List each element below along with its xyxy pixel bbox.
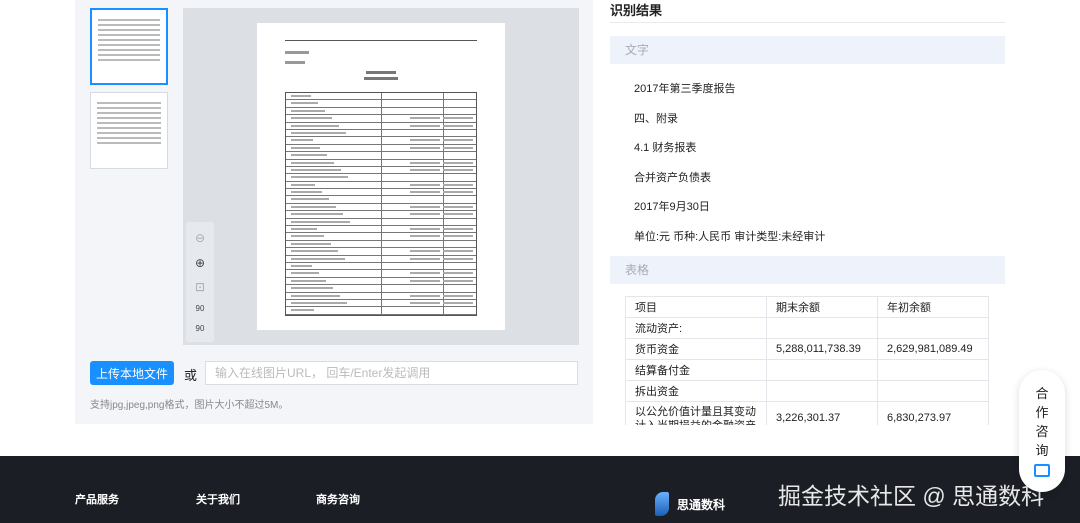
doc-row bbox=[286, 299, 476, 308]
consult-char: 咨 bbox=[1035, 424, 1049, 439]
document-preview: ⊖ ⊕ ⊡ 90 90 bbox=[183, 8, 579, 345]
doc-row bbox=[286, 307, 476, 315]
doc-row bbox=[286, 292, 476, 300]
text-line: 4.1 财务报表 bbox=[634, 142, 697, 154]
doc-row bbox=[286, 137, 476, 145]
cell: 2,629,981,089.49 bbox=[877, 338, 989, 360]
table-row: 拆出资金 bbox=[625, 380, 989, 402]
doc-row bbox=[286, 122, 476, 130]
header-cell: 项目 bbox=[625, 296, 767, 318]
doc-row bbox=[286, 174, 476, 182]
logo-text: 思通数科 bbox=[677, 497, 726, 512]
upload-local-file-button[interactable]: 上传本地文件 bbox=[90, 361, 174, 385]
cell: 货币资金 bbox=[625, 338, 767, 360]
doc-row bbox=[286, 248, 476, 256]
doc-row bbox=[286, 270, 476, 278]
cell bbox=[877, 359, 989, 381]
table-row: 以公允价值计量且其变动计入当期损益的金融资产3,226,301.376,830,… bbox=[625, 401, 989, 425]
logo-icon bbox=[655, 492, 669, 516]
doc-row bbox=[286, 166, 476, 175]
cell bbox=[766, 380, 878, 402]
zoom-out-icon[interactable]: ⊖ bbox=[195, 231, 205, 245]
doc-row bbox=[286, 93, 476, 101]
chat-icon bbox=[1034, 464, 1050, 477]
doc-row bbox=[286, 196, 476, 204]
actual-size-icon[interactable]: ⊡ bbox=[195, 280, 205, 294]
upload-hint: 支持jpg,jpeg,png格式，图片大小不超过5M。 bbox=[90, 400, 289, 411]
text-line: 合并资产负债表 bbox=[634, 172, 711, 184]
cell bbox=[877, 380, 989, 402]
doc-row bbox=[286, 100, 476, 108]
doc-row bbox=[286, 203, 476, 212]
rotate-left-icon[interactable]: 90 bbox=[196, 304, 205, 313]
page-thumbnail-1[interactable] bbox=[90, 8, 168, 85]
cell bbox=[877, 317, 989, 339]
consult-char: 作 bbox=[1035, 405, 1049, 420]
text-section-header: 文字 bbox=[610, 36, 1005, 64]
doc-row bbox=[286, 226, 476, 234]
or-label: 或 bbox=[184, 368, 198, 383]
doc-row bbox=[286, 115, 476, 123]
doc-row bbox=[286, 144, 476, 153]
cell bbox=[766, 317, 878, 339]
preview-toolbar: ⊖ ⊕ ⊡ 90 90 bbox=[186, 222, 214, 342]
input-panel: ⊖ ⊕ ⊡ 90 90 上传本地文件 或 支持jpg,jpeg,png格式，图片… bbox=[75, 0, 593, 424]
doc-row bbox=[286, 129, 476, 138]
table-row: 流动资产: bbox=[625, 317, 989, 339]
doc-row bbox=[286, 255, 476, 263]
table-row: 货币资金 5,288,011,738.39 2,629,981,089.49 bbox=[625, 338, 989, 360]
text-line: 四、附录 bbox=[634, 113, 678, 125]
cell: 拆出资金 bbox=[625, 380, 767, 402]
header-cell: 期末余额 bbox=[766, 296, 878, 318]
document-table-image bbox=[285, 92, 477, 316]
footer-about[interactable]: 关于我们 bbox=[196, 491, 240, 507]
doc-row bbox=[286, 189, 476, 197]
result-title: 识别结果 bbox=[610, 3, 663, 18]
consult-button[interactable]: 合 作 咨 询 bbox=[1019, 370, 1065, 492]
consult-char: 询 bbox=[1035, 443, 1049, 458]
watermark: 掘金技术社区 @ 思通数科 bbox=[778, 483, 1045, 509]
result-table: 项目 期末余额 年初余额 流动资产: 货币资金 5,288,011,738.39 2,6… bbox=[625, 296, 989, 425]
cell: 结算备付金 bbox=[625, 359, 767, 381]
divider bbox=[610, 22, 1005, 23]
doc-row bbox=[286, 159, 476, 167]
doc-row bbox=[286, 211, 476, 219]
header-cell: 年初余额 bbox=[877, 296, 989, 318]
cell: 以公允价值计量且其变动计入当期损益的金融资产 bbox=[625, 401, 767, 425]
doc-row bbox=[286, 218, 476, 227]
footer-logo: 思通数科 bbox=[655, 492, 725, 516]
cell: 流动资产: bbox=[625, 317, 767, 339]
table-header-row: 项目 期末余额 年初余额 bbox=[625, 296, 989, 318]
footer-business[interactable]: 商务咨询 bbox=[316, 491, 360, 507]
doc-row bbox=[286, 262, 476, 271]
image-url-input[interactable] bbox=[205, 361, 578, 385]
doc-row bbox=[286, 240, 476, 249]
doc-row bbox=[286, 152, 476, 160]
cell: 3,226,301.37 bbox=[766, 401, 878, 425]
doc-row bbox=[286, 277, 476, 286]
doc-row bbox=[286, 233, 476, 241]
doc-row bbox=[286, 107, 476, 116]
doc-row bbox=[286, 285, 476, 293]
footer-products[interactable]: 产品服务 bbox=[75, 491, 119, 507]
table-section-header: 表格 bbox=[610, 256, 1005, 284]
document-page bbox=[257, 23, 505, 330]
doc-row bbox=[286, 181, 476, 190]
table-row: 结算备付金 bbox=[625, 359, 989, 381]
cell: 5,288,011,738.39 bbox=[766, 338, 878, 360]
cell: 6,830,273.97 bbox=[877, 401, 989, 425]
text-line: 单位:元 币种:人民币 审计类型:未经审计 bbox=[634, 231, 826, 243]
text-line: 2017年9月30日 bbox=[634, 201, 710, 213]
page-thumbnail-2[interactable] bbox=[90, 92, 168, 169]
result-table-container[interactable]: 项目 期末余额 年初余额 流动资产: 货币资金 5,288,011,738.39 2,6… bbox=[620, 290, 1000, 425]
cell bbox=[766, 359, 878, 381]
zoom-in-icon[interactable]: ⊕ bbox=[195, 256, 205, 270]
consult-char: 合 bbox=[1035, 386, 1049, 401]
text-line: 2017年第三季度报告 bbox=[634, 83, 736, 95]
rotate-right-icon[interactable]: 90 bbox=[196, 324, 205, 333]
